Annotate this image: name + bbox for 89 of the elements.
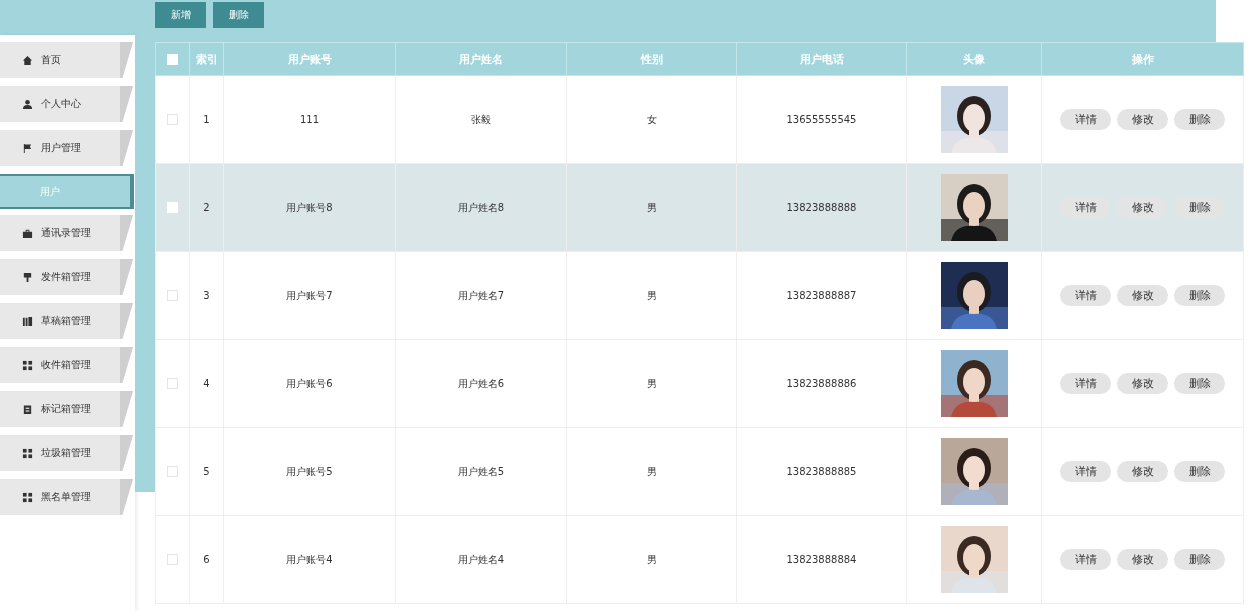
books-icon	[22, 315, 33, 327]
table-cell: 用户账号7	[286, 289, 333, 301]
row-checkbox[interactable]	[167, 554, 178, 566]
brush-icon	[22, 271, 33, 283]
table-cell: 4	[203, 378, 210, 389]
table-cell: 13823888886	[786, 378, 857, 389]
table-cell: 张毅	[471, 113, 491, 125]
table-cell: 男	[646, 465, 657, 477]
row-action-button[interactable]: 详情	[1060, 197, 1111, 218]
table-cell: 用户姓名7	[457, 289, 505, 301]
toolbar-button[interactable]: 新增	[155, 2, 206, 28]
sidebar-item[interactable]: 用户管理	[0, 130, 133, 166]
row-action-button[interactable]: 删除	[1174, 373, 1225, 394]
table-cell: 13655555545	[786, 114, 857, 125]
toolbar-button[interactable]: 删除	[213, 2, 264, 28]
row-action-button[interactable]: 修改	[1117, 373, 1168, 394]
table-cell: 13823888887	[786, 290, 857, 301]
table-cell: 3	[203, 290, 210, 301]
grid-icon	[22, 491, 33, 503]
row-action-button[interactable]: 删除	[1174, 461, 1225, 482]
table-cell: 用户账号5	[286, 465, 333, 477]
grid-icon	[22, 359, 33, 371]
table-cell: 111	[299, 114, 320, 125]
sidebar-item[interactable]: 黑名单管理	[0, 479, 133, 515]
home-icon	[22, 54, 33, 66]
row-action-button[interactable]: 删除	[1174, 285, 1225, 306]
table-cell: 13823888888	[786, 202, 857, 213]
row-action-button[interactable]: 详情	[1060, 285, 1111, 306]
sidebar-item[interactable]: 垃圾箱管理	[0, 435, 133, 471]
select-all-checkbox[interactable]	[167, 54, 178, 65]
row-action-button[interactable]: 修改	[1117, 109, 1168, 130]
row-action-button[interactable]: 修改	[1117, 285, 1168, 306]
table-cell: 男	[646, 377, 657, 389]
sidebar-item[interactable]: 收件箱管理	[0, 347, 133, 383]
sidebar-item[interactable]: 个人中心	[0, 86, 133, 122]
table-cell: 13823888884	[786, 554, 857, 565]
row-action-button[interactable]: 修改	[1117, 197, 1168, 218]
table-cell: 5	[203, 466, 210, 477]
clipboard-icon	[22, 403, 33, 415]
column-header: 索引	[189, 42, 224, 76]
table-cell: 2	[203, 202, 210, 213]
sidebar-item[interactable]: 发件箱管理	[0, 259, 133, 295]
table-row[interactable]: 4 用户账号6 用户姓名6 男 13823888886 详情 修改 删除	[155, 339, 1244, 428]
table-row[interactable]: 1 111 张毅 女 13655555545 详情 修改 删除	[155, 75, 1244, 164]
table-cell: 男	[646, 553, 657, 565]
sidebar-item[interactable]: 通讯录管理	[0, 215, 133, 251]
row-action-button[interactable]: 详情	[1060, 461, 1111, 482]
row-action-button[interactable]: 修改	[1117, 461, 1168, 482]
row-checkbox[interactable]	[167, 378, 178, 390]
table-row[interactable]: 5 用户账号5 用户姓名5 男 13823888885 详情 修改 删除	[155, 427, 1244, 516]
flag-icon	[22, 142, 33, 154]
sidebar-item[interactable]: 草稿箱管理	[0, 303, 133, 339]
table-row[interactable]: 6 用户账号4 用户姓名4 男 13823888884 详情 修改 删除	[155, 515, 1244, 604]
sidebar-item[interactable]: 首页	[0, 42, 133, 78]
row-checkbox[interactable]	[167, 466, 178, 478]
row-action-button[interactable]: 删除	[1174, 197, 1225, 218]
column-header: 用户电话	[736, 42, 907, 76]
table-cell: 用户姓名5	[457, 465, 505, 477]
sidebar-item[interactable]: 标记箱管理	[0, 391, 133, 427]
table-cell: 1	[203, 114, 210, 125]
table-cell: 用户姓名6	[457, 377, 505, 389]
user-icon	[22, 98, 33, 110]
row-checkbox[interactable]	[167, 290, 178, 302]
briefcase-icon	[22, 227, 33, 239]
row-action-button[interactable]: 详情	[1060, 373, 1111, 394]
grid-icon	[22, 447, 33, 459]
table-cell: 男	[646, 289, 657, 301]
table-cell: 6	[203, 554, 210, 565]
table-cell: 13823888885	[786, 466, 857, 477]
row-action-button[interactable]: 详情	[1060, 549, 1111, 570]
column-header: 用户账号	[223, 42, 396, 76]
row-action-button[interactable]: 删除	[1174, 549, 1225, 570]
column-header: 操作	[1041, 42, 1244, 76]
table-row[interactable]: 2 用户账号8 用户姓名8 男 13823888888 详情 修改 删除	[155, 163, 1244, 252]
table-row[interactable]: 3 用户账号7 用户姓名7 男 13823888887 详情 修改 删除	[155, 251, 1244, 340]
row-action-button[interactable]: 详情	[1060, 109, 1111, 130]
table-cell: 用户姓名4	[457, 553, 505, 565]
table-cell: 用户账号4	[286, 553, 333, 565]
row-action-button[interactable]: 修改	[1117, 549, 1168, 570]
row-checkbox[interactable]	[167, 114, 178, 126]
table-cell: 用户账号6	[286, 377, 333, 389]
column-header: 头像	[906, 42, 1042, 76]
table-cell: 用户账号8	[286, 201, 333, 213]
table-cell: 男	[646, 201, 657, 213]
table-cell: 女	[646, 113, 657, 125]
row-action-button[interactable]: 删除	[1174, 109, 1225, 130]
column-header: 用户姓名	[395, 42, 567, 76]
table-cell: 用户姓名8	[457, 201, 505, 213]
column-header: 性别	[566, 42, 737, 76]
